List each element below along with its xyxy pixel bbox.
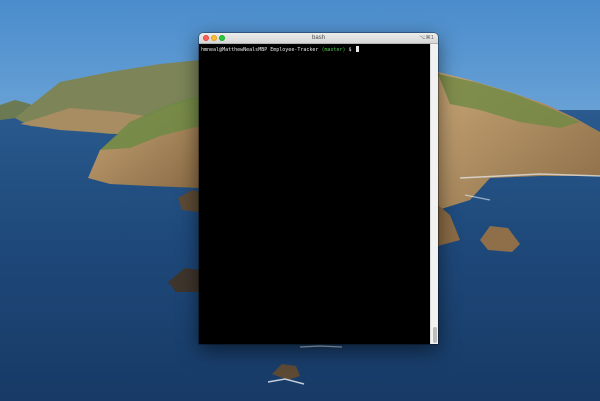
title-bar[interactable]: bash ⌥⌘1	[199, 33, 438, 44]
text-cursor	[355, 46, 359, 52]
terminal-output[interactable]: hmneal@MatthewNealsMBP Employee-Tracker …	[199, 44, 431, 344]
terminal-window[interactable]: bash ⌥⌘1 hmneal@MatthewNealsMBP Employee…	[199, 33, 438, 344]
prompt-directory: Employee-Tracker	[270, 47, 319, 53]
scrollbar-thumb[interactable]	[432, 327, 437, 343]
scrollbar[interactable]	[430, 44, 438, 344]
prompt-branch: (master)	[321, 47, 346, 53]
prompt-user-host: hmneal@MatthewNealsMBP	[201, 47, 268, 53]
window-title: bash	[311, 35, 325, 41]
window-shortcut: ⌥⌘1	[419, 35, 434, 41]
prompt-symbol: $	[348, 47, 352, 53]
prompt-line: hmneal@MatthewNealsMBP Employee-Tracker …	[201, 46, 359, 53]
